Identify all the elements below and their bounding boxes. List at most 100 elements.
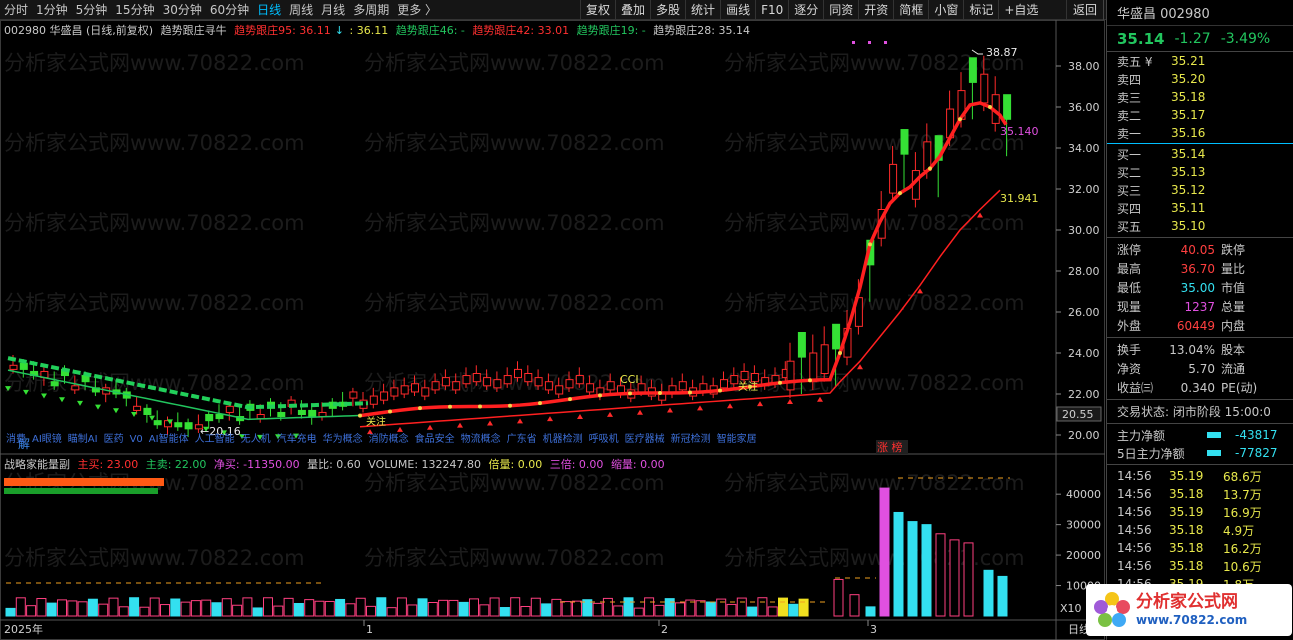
candle-body: [472, 373, 481, 383]
toolbar-button[interactable]: 逐分: [788, 0, 823, 20]
volume-bar: [427, 602, 438, 617]
stat-value: 13.04%: [1169, 342, 1215, 357]
volume-bar: [561, 601, 572, 617]
toolbar-button[interactable]: 标记: [963, 0, 998, 20]
volume-bar: [602, 597, 613, 617]
toolbar-button[interactable]: +自选: [998, 0, 1043, 20]
toolbar-button[interactable]: 开资: [858, 0, 893, 20]
concept-tag[interactable]: 消费: [6, 434, 26, 445]
period-tab[interactable]: 周线: [285, 0, 317, 20]
toolbar-button[interactable]: 多股: [650, 0, 685, 20]
concept-tag[interactable]: 消防概念: [369, 434, 409, 445]
divider: [1107, 464, 1293, 465]
cci-label: CCI: [620, 373, 639, 386]
concept-tag[interactable]: 无人机: [241, 434, 271, 445]
volume-bar: [438, 599, 449, 617]
watermark: 分析家公式网www.70822.com: [724, 51, 1025, 75]
stat-value: 1237: [1184, 299, 1215, 314]
toolbar-button[interactable]: 叠加: [615, 0, 650, 20]
period-tab[interactable]: 多周期: [349, 0, 393, 20]
tick-row: 14:56 35.19 68.6万: [1107, 467, 1293, 485]
candle-body: [720, 379, 728, 389]
concept-tag[interactable]: 新冠检测: [671, 434, 711, 445]
volume-bar: [907, 521, 918, 617]
concept-tag[interactable]: 食品安全: [415, 434, 455, 445]
concept-tag[interactable]: 物流概念: [461, 434, 501, 445]
date-label-m1: 1: [366, 623, 373, 636]
watermark: 分析家公式网www.70822.com: [364, 471, 665, 495]
sub-indicator-line: 战略家能量副 主买: 23.00 主卖: 22.00 净买: -11350.00…: [4, 456, 669, 472]
stat-label: 外盘: [1117, 319, 1142, 333]
stat-value: 60449: [1176, 318, 1215, 333]
toolbar-button[interactable]: 简框: [893, 0, 928, 20]
ask-label: 卖二: [1117, 108, 1142, 123]
toolbar-button[interactable]: 复权: [580, 0, 615, 20]
tick-list[interactable]: 14:56 35.19 68.6万 14:56 35.18 13.7万 14:56 35.19…: [1107, 467, 1293, 593]
period-tab[interactable]: 15分钟: [111, 0, 158, 20]
tick-time: 14:56: [1117, 487, 1152, 501]
volume-bar: [664, 598, 675, 617]
period-tab[interactable]: 60分钟: [206, 0, 253, 20]
bid-row: 买一 35.14: [1107, 145, 1293, 163]
price-change: -1.27: [1174, 30, 1211, 47]
period-tab[interactable]: 分时: [0, 0, 32, 20]
concept-tag[interactable]: 华为概念: [323, 434, 363, 445]
volume-bar: [921, 524, 932, 617]
t46-label: 趋势跟庄46: -: [395, 24, 465, 37]
trend-dot: [448, 404, 452, 409]
down-arrow-marker: [149, 415, 155, 421]
watermark: 分析家公式网www.70822.com: [724, 546, 1025, 570]
concept-tag[interactable]: 广东省: [507, 434, 537, 445]
period-tab[interactable]: 月线: [317, 0, 349, 20]
volume-bar: [551, 598, 562, 617]
ask-row: 卖四 35.20: [1107, 70, 1293, 88]
concept-tag[interactable]: 医疗器械: [625, 434, 665, 445]
watermark: 分析家公式网www.70822.com: [724, 471, 1025, 495]
period-tab[interactable]: 日线: [253, 0, 285, 20]
volume-bar: [160, 604, 170, 617]
concept-tag[interactable]: 呼吸机: [589, 434, 619, 445]
period-tab[interactable]: 更多 〉: [393, 0, 441, 20]
concept-tag[interactable]: 机器检测: [543, 434, 583, 445]
period-tab[interactable]: 5分钟: [72, 0, 112, 20]
candle-body: [524, 373, 533, 383]
volume-bar: [129, 597, 140, 617]
price-tick-label: 38.00: [1068, 60, 1100, 73]
concept-tag[interactable]: AI智能体: [149, 434, 189, 445]
stat-row: 外盘 60449 内盘: [1107, 316, 1293, 335]
concept-tag[interactable]: 医药: [104, 434, 124, 445]
candle-body: [565, 379, 574, 389]
period-tab[interactable]: 1分钟: [32, 0, 72, 20]
stat-row: 换手 13.04% 股本: [1107, 340, 1293, 359]
concept-tag[interactable]: V0: [130, 434, 143, 445]
concept-tag[interactable]: AI眼镜: [32, 434, 62, 445]
concept-tag[interactable]: 瞄制AI: [68, 434, 98, 445]
volume-bar: [788, 603, 799, 617]
tick-price: 35.18: [1169, 541, 1204, 555]
kline-chart[interactable]: 分析家公式网www.70822.com 分析家公式网www.70822.com 分析…: [0, 20, 1105, 640]
site-logo: 分析家公式网 www.70822.com: [1086, 584, 1292, 636]
toolbar-button[interactable]: 画线: [720, 0, 755, 20]
concept-tag[interactable]: 智能家居: [717, 434, 757, 445]
bid-label: 买一: [1117, 147, 1142, 162]
up-arrow-marker: [517, 418, 523, 424]
period-tab[interactable]: 30分钟: [159, 0, 206, 20]
concept-tag[interactable]: 汽车充电: [277, 434, 317, 445]
quote-title: 华盛昌 002980: [1107, 0, 1293, 26]
trend-dot: [958, 117, 962, 122]
up-arrow-marker: [487, 420, 493, 426]
volume-bar: [355, 597, 366, 617]
toolbar-button[interactable]: F10: [755, 0, 788, 20]
toolbar-button[interactable]: 同资: [823, 0, 858, 20]
down-arrow-marker: [59, 397, 65, 403]
volume-bar: [252, 607, 263, 617]
toolbar-button[interactable]: 统计: [685, 0, 720, 20]
volume-bar: [149, 597, 160, 617]
concept-tag[interactable]: 人工智能: [195, 434, 235, 445]
toolbar-button[interactable]: 小窗: [928, 0, 963, 20]
volume-bar: [386, 607, 397, 617]
indicator-name[interactable]: 趋势跟庄寻牛: [161, 24, 227, 37]
back-button[interactable]: 返回: [1066, 0, 1104, 20]
sub-indicator-name[interactable]: 战略家能量副: [4, 458, 70, 471]
chart-area[interactable]: 分析家公式网www.70822.com 分析家公式网www.70822.com 分析…: [0, 20, 1105, 640]
